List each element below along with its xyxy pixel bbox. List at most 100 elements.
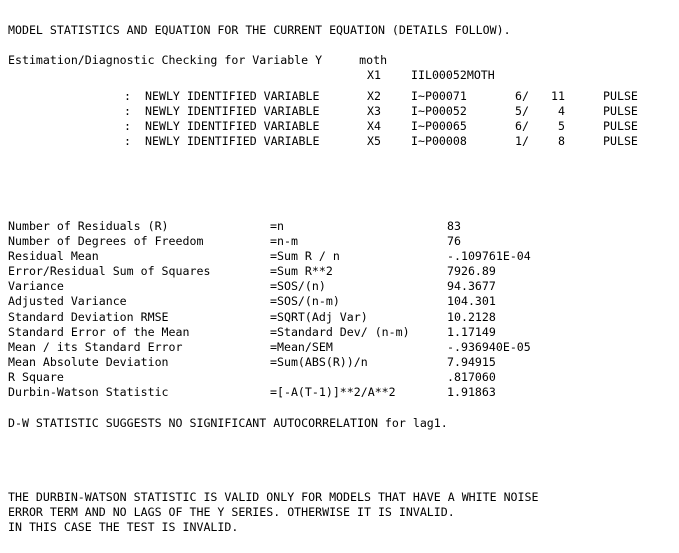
statistic-formula: =Mean/SEM bbox=[270, 339, 333, 354]
estimation-header-name: moth bbox=[359, 53, 388, 67]
validity-note-line: IN THIS CASE THE TEST IS INVALID. bbox=[8, 520, 239, 535]
statistic-label: Residual Mean bbox=[8, 249, 99, 264]
variable-row: : NEWLY IDENTIFIED VARIABLE X2 I~P00071 6/ 1… bbox=[8, 89, 673, 104]
estimation-header-row: Estimation/Diagnostic Checking for Varia… bbox=[8, 53, 387, 68]
statistic-row: Standard Error of the Mean =Standard Dev/… bbox=[8, 325, 531, 340]
statistic-label: Number of Residuals (R) bbox=[8, 219, 169, 233]
variable-row-num2: 5 bbox=[558, 119, 565, 134]
variable-row-marker: : bbox=[124, 104, 131, 119]
variable-row-marker: : bbox=[124, 134, 131, 149]
variable-row-marker: : bbox=[124, 119, 131, 134]
statistic-row: Number of Residuals (R) =n 83 bbox=[8, 219, 531, 234]
statistic-label: R Square bbox=[8, 369, 64, 384]
variable-row-spacer bbox=[529, 119, 539, 134]
statistic-label: Standard Deviation RMSE bbox=[8, 309, 169, 324]
variable-row-description: NEWLY IDENTIFIED VARIABLE bbox=[145, 104, 320, 119]
statistic-value: 10.2128 bbox=[447, 309, 496, 324]
variable-row-num1: 6/ bbox=[515, 119, 529, 134]
statistic-formula: =Sum R / n bbox=[270, 249, 340, 264]
variable-row-slot: X5 bbox=[367, 134, 381, 149]
variable-row: : NEWLY IDENTIFIED VARIABLE X3 I~P00052 5/ 4… bbox=[8, 104, 673, 119]
statistic-value: 104.301 bbox=[447, 294, 496, 309]
variable-row: : NEWLY IDENTIFIED VARIABLE X5 I~P00008 1/ 8… bbox=[8, 134, 673, 149]
estimation-header-line: Estimation/Diagnostic Checking for Varia… bbox=[8, 53, 387, 68]
statistic-formula: =[-A(T-1)]**2/A**2 bbox=[270, 385, 396, 400]
statistic-formula: =n bbox=[270, 219, 284, 233]
statistic-value: 1.17149 bbox=[447, 324, 496, 339]
statistic-value: 1.91863 bbox=[447, 385, 496, 400]
validity-note: THE DURBIN-WATSON STATISTIC IS VALID ONL… bbox=[8, 490, 538, 535]
newly-identified-variables-list: : NEWLY IDENTIFIED VARIABLE X2 I~P00071 6/ 1… bbox=[8, 89, 673, 149]
statistic-row: Mean Absolute Deviation =Sum(ABS(R))/n 7.9… bbox=[8, 355, 531, 370]
statistic-value: .817060 bbox=[447, 369, 496, 384]
statistic-label: Durbin-Watson Statistic bbox=[8, 385, 169, 400]
statistic-value: 94.3677 bbox=[447, 279, 496, 294]
statistic-label: Number of Degrees of Freedom bbox=[8, 234, 204, 249]
model-statistics-report: MODEL STATISTICS AND EQUATION FOR THE CU… bbox=[0, 0, 679, 553]
statistic-label: Standard Error of the Mean bbox=[8, 324, 190, 339]
variable-row-description: NEWLY IDENTIFIED VARIABLE bbox=[145, 134, 320, 149]
estimation-header-label: Estimation/Diagnostic Checking for Varia… bbox=[8, 53, 309, 67]
statistic-value: -.109761E-04 bbox=[447, 249, 531, 264]
validity-note-line: ERROR TERM AND NO LAGS OF THE Y SERIES. … bbox=[8, 505, 455, 520]
variable-row: : NEWLY IDENTIFIED VARIABLE X4 I~P00065 6/ 5… bbox=[8, 119, 673, 134]
variable-row-x1: X1 IIL00052MOTH bbox=[8, 68, 501, 83]
statistic-formula: =Sum R**2 bbox=[270, 264, 333, 279]
statistic-label: Mean Absolute Deviation bbox=[8, 354, 169, 369]
variable-row-name: I~P00008 bbox=[411, 134, 467, 149]
estimation-header-slot: Y bbox=[315, 53, 323, 67]
statistic-label: Variance bbox=[8, 279, 64, 294]
variable-row-name: I~P00071 bbox=[411, 89, 467, 103]
variable-row-spacer bbox=[529, 89, 539, 104]
variable-row-num2: 11 bbox=[551, 89, 565, 103]
statistic-formula: =SOS/(n-m) bbox=[270, 294, 340, 309]
statistic-label: Error/Residual Sum of Squares bbox=[8, 264, 211, 279]
variable-row-num1: 6/ bbox=[515, 89, 529, 103]
statistic-label: Mean / its Standard Error bbox=[8, 339, 183, 354]
variable-row-spacer bbox=[529, 104, 539, 119]
variable-row-slot: X3 bbox=[367, 104, 381, 119]
variable-row-num2: 4 bbox=[558, 104, 565, 119]
statistic-row: R Square .817060 bbox=[8, 370, 531, 385]
variable-row-spacer bbox=[529, 134, 539, 149]
statistic-row: Residual Mean =Sum R / n -.109761E-04 bbox=[8, 249, 531, 264]
statistic-row: Variance =SOS/(n) 94.3677 bbox=[8, 279, 531, 294]
variable-row-name: I~P00052 bbox=[411, 104, 467, 119]
statistic-value: 7926.89 bbox=[447, 264, 496, 279]
variable-row-num1: 5/ bbox=[515, 104, 529, 119]
variable-row-num1: 1/ bbox=[515, 134, 529, 149]
statistic-formula: =SOS/(n) bbox=[270, 279, 326, 294]
variable-row-type: PULSE bbox=[603, 89, 638, 103]
x1-slot: X1 bbox=[367, 68, 381, 82]
statistic-formula: =Sum(ABS(R))/n bbox=[270, 354, 368, 369]
statistic-row: Standard Deviation RMSE =SQRT(Adj Var) 10.… bbox=[8, 310, 531, 325]
statistic-row: Durbin-Watson Statistic =[-A(T-1)]**2/A**… bbox=[8, 385, 531, 400]
variable-row-name: I~P00065 bbox=[411, 119, 467, 134]
statistic-row: Mean / its Standard Error =Mean/SEM -.9369… bbox=[8, 340, 531, 355]
statistic-row: Error/Residual Sum of Squares =Sum R**2 79… bbox=[8, 264, 531, 279]
durbin-watson-note: D-W STATISTIC SUGGESTS NO SIGNIFICANT AU… bbox=[8, 416, 448, 430]
statistic-value: 83 bbox=[447, 219, 461, 233]
statistic-value: -.936940E-05 bbox=[447, 339, 531, 354]
report-title: MODEL STATISTICS AND EQUATION FOR THE CU… bbox=[8, 23, 511, 37]
variable-row-type: PULSE bbox=[603, 119, 638, 134]
statistic-formula: =Standard Dev/ (n-m) bbox=[270, 324, 410, 339]
statistic-formula: =SQRT(Adj Var) bbox=[270, 309, 368, 324]
variable-row-marker: : bbox=[124, 89, 131, 103]
variable-row-type: PULSE bbox=[603, 134, 638, 149]
statistic-value: 7.94915 bbox=[447, 354, 496, 369]
validity-note-line: THE DURBIN-WATSON STATISTIC IS VALID ONL… bbox=[8, 490, 539, 504]
statistics-table: Number of Residuals (R) =n 83 Number of Deg… bbox=[8, 219, 531, 400]
statistic-row: Adjusted Variance =SOS/(n-m) 104.301 bbox=[8, 294, 531, 309]
statistic-row: Number of Degrees of Freedom =n-m 76 bbox=[8, 234, 531, 249]
variable-row-slot: X2 bbox=[367, 89, 381, 103]
statistic-value: 76 bbox=[447, 234, 461, 249]
variable-row-type: PULSE bbox=[603, 104, 638, 119]
x1-line: X1 IIL00052MOTH bbox=[8, 68, 501, 83]
statistic-label: Adjusted Variance bbox=[8, 294, 127, 309]
x1-name: IIL00052MOTH bbox=[411, 68, 495, 82]
variable-row-description: NEWLY IDENTIFIED VARIABLE bbox=[145, 119, 320, 134]
variable-row-description: NEWLY IDENTIFIED VARIABLE bbox=[145, 89, 320, 103]
variable-row-num2: 8 bbox=[558, 134, 565, 149]
statistic-formula: =n-m bbox=[270, 234, 298, 249]
